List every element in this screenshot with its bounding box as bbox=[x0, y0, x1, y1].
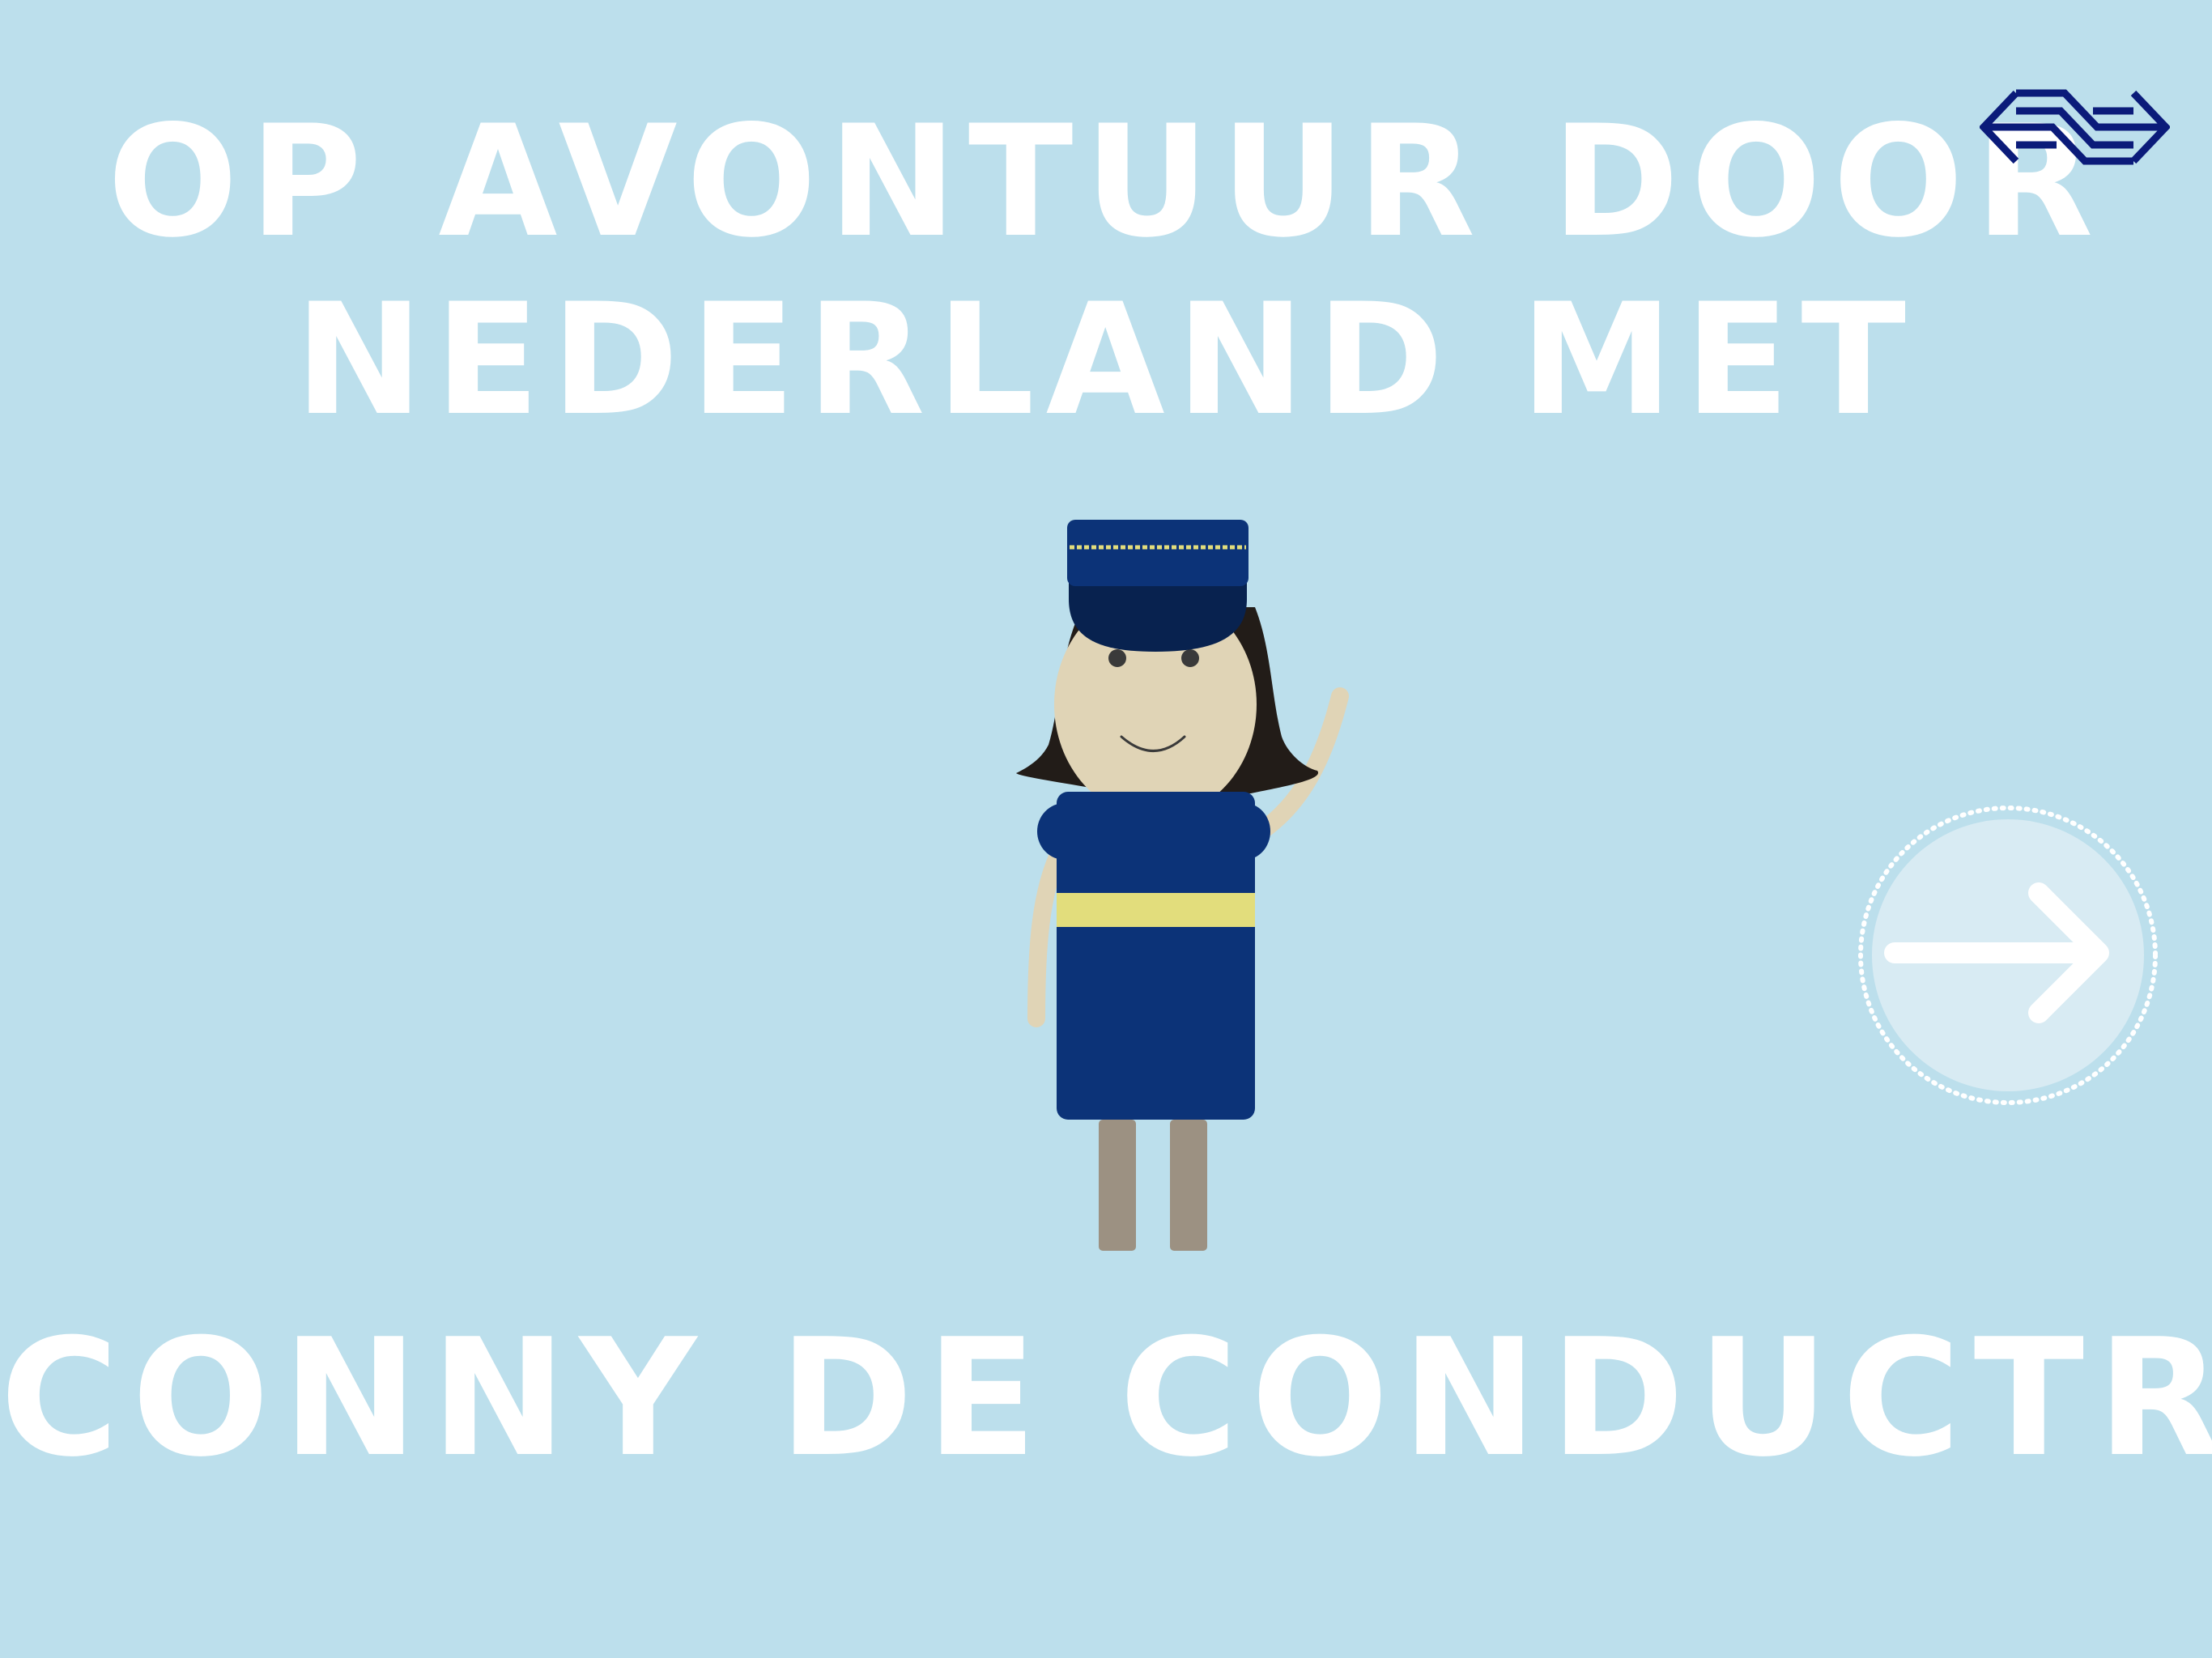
title-screen: OP AVONTUUR DOOR NEDERLAND MET CONNY DE … bbox=[0, 0, 2212, 1658]
right-leg bbox=[1170, 1120, 1207, 1251]
cap-top bbox=[1067, 520, 1249, 586]
ns-logo-icon bbox=[1980, 89, 2170, 165]
left-leg bbox=[1099, 1120, 1136, 1251]
dress-stripe bbox=[1057, 893, 1255, 927]
left-eye bbox=[1108, 649, 1126, 667]
title-line-1: OP AVONTUUR DOOR bbox=[107, 92, 2105, 271]
next-button[interactable] bbox=[1854, 806, 2162, 1105]
cap-brim bbox=[1069, 575, 1247, 652]
character-name: CONNY DE CONDUCTRICE bbox=[0, 1304, 2212, 1493]
title-line-2: NEDERLAND MET bbox=[294, 270, 1918, 449]
conductor-character-illustration bbox=[1016, 520, 1349, 1251]
right-eye bbox=[1181, 649, 1199, 667]
dress bbox=[1057, 792, 1255, 1120]
